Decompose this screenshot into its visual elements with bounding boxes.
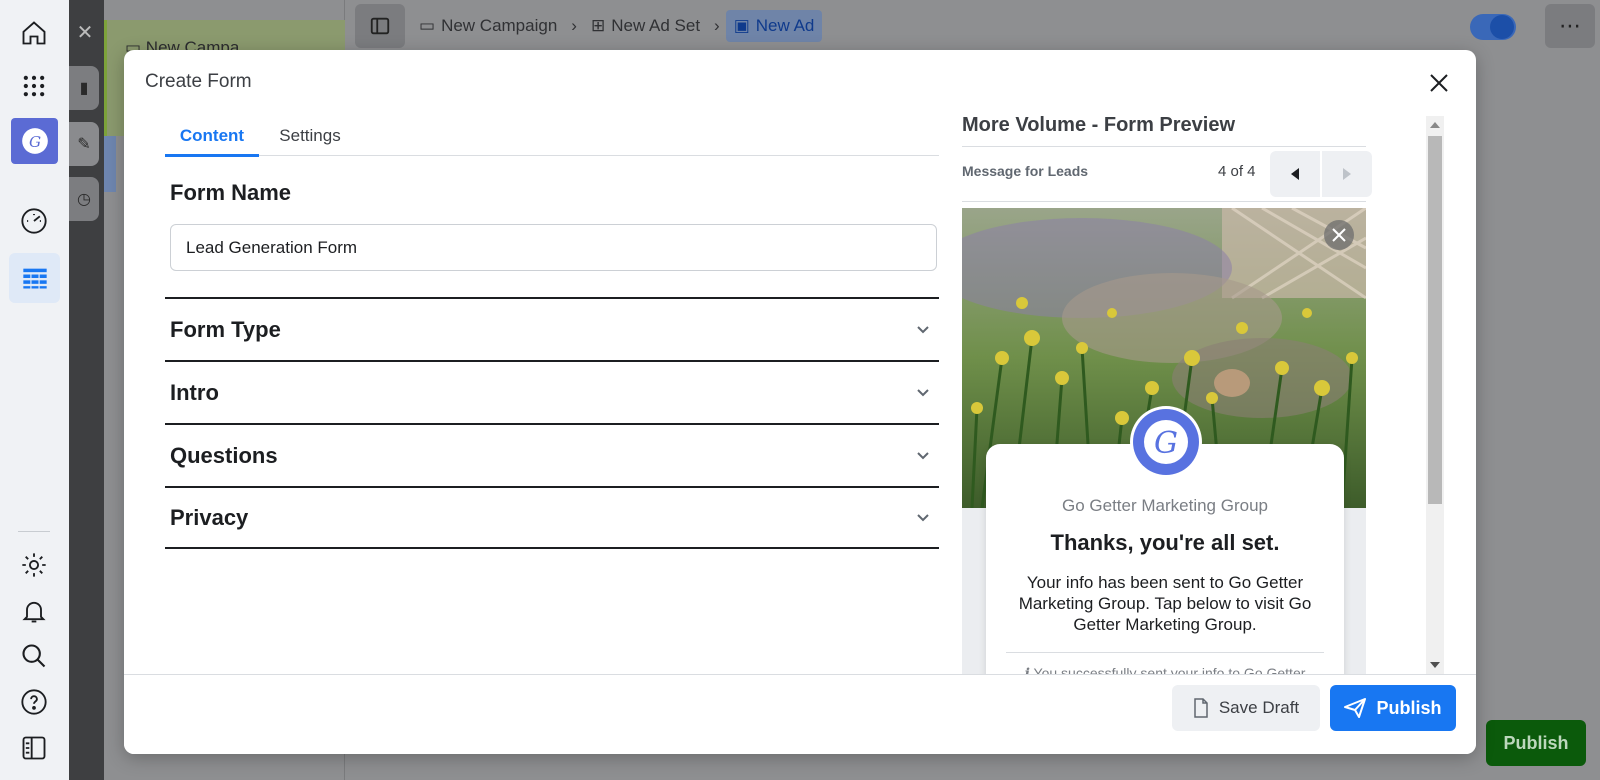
top-bar: ▭ New Campaign › ⊞ New Ad Set › ▣ New Ad ⋯ — [345, 0, 1600, 52]
left-navigation: G — [0, 0, 69, 780]
preview-next-button[interactable] — [1322, 151, 1372, 197]
breadcrumb-ad[interactable]: ▣ New Ad — [725, 10, 823, 42]
form-name-input[interactable] — [170, 224, 937, 271]
paper-plane-icon — [1344, 698, 1367, 718]
help-icon[interactable] — [18, 686, 50, 718]
form-sections: Form Type Intro Questions Privacy — [165, 297, 939, 549]
toggle-panel-icon[interactable] — [18, 732, 50, 764]
section-label: Questions — [170, 442, 278, 468]
scroll-down-arrow-icon[interactable] — [1430, 662, 1440, 668]
section-form-type[interactable]: Form Type — [165, 297, 939, 360]
scroll-up-arrow-icon[interactable] — [1430, 122, 1440, 128]
breadcrumb-campaign-label: New Campaign — [441, 16, 558, 35]
create-form-dialog: Create Form Content Settings Form Name F… — [124, 50, 1476, 754]
dialog-close-button[interactable] — [1424, 68, 1454, 98]
save-draft-button[interactable]: Save Draft — [1172, 685, 1320, 731]
svg-text:G: G — [1154, 426, 1178, 461]
breadcrumb: ▭ New Campaign › ⊞ New Ad Set › ▣ New Ad — [355, 4, 823, 48]
org-name: Go Getter Marketing Group — [1062, 496, 1268, 515]
section-label: Privacy — [170, 504, 249, 530]
settings-gear-icon[interactable] — [18, 549, 50, 581]
chevron-down-icon — [917, 513, 929, 521]
preview-title: More Volume - Form Preview — [962, 114, 1236, 136]
edit-pencil-icon[interactable]: ✎ — [69, 122, 99, 166]
section-privacy[interactable]: Privacy — [165, 486, 939, 549]
account-logo-icon[interactable]: G — [11, 118, 58, 164]
document-icon — [1194, 698, 1208, 718]
breadcrumb-campaign[interactable]: ▭ New Campaign — [411, 10, 565, 42]
grid-icon: ⊞ — [590, 16, 606, 35]
dialog-title: Create Form — [145, 71, 252, 92]
page-avatar: G — [1130, 406, 1202, 478]
dashboard-gauge-icon[interactable] — [18, 205, 50, 237]
section-questions[interactable]: Questions — [165, 423, 939, 486]
form-preview-frame: G Go Getter Marketing Group Thanks, you'… — [962, 208, 1366, 738]
publish-button[interactable]: Publish — [1330, 685, 1456, 731]
home-icon[interactable] — [18, 17, 50, 49]
save-draft-label: Save Draft — [1218, 698, 1300, 717]
chevron-down-icon — [917, 325, 929, 333]
chart-icon[interactable]: ▮ — [69, 66, 99, 110]
chevron-down-icon — [917, 451, 929, 459]
chevron-down-icon — [917, 388, 929, 396]
caret-right-icon — [1343, 168, 1351, 180]
close-icon — [1332, 228, 1346, 242]
apps-grid-icon[interactable] — [18, 70, 50, 102]
preview-step-label: Message for Leads — [962, 163, 1089, 179]
divider — [1006, 652, 1324, 653]
nav-divider — [18, 531, 50, 532]
svg-text:G: G — [28, 133, 40, 151]
form-tabs: Content Settings — [165, 116, 939, 157]
section-intro[interactable]: Intro — [165, 360, 939, 423]
scrollbar-thumb[interactable] — [1428, 136, 1442, 504]
tab-content[interactable]: Content — [165, 116, 259, 157]
notifications-bell-icon[interactable] — [18, 595, 50, 627]
thank-you-body: Your info has been sent to Go Getter Mar… — [1018, 573, 1312, 634]
preview-scrollbar[interactable] — [1426, 116, 1444, 674]
thank-you-headline: Thanks, you're all set. — [1050, 530, 1280, 555]
selection-indicator — [104, 136, 116, 192]
more-dots-icon: ⋯ — [1559, 13, 1581, 38]
close-icon[interactable]: ✕ — [71, 20, 99, 48]
preview-header: Message for Leads 4 of 4 — [962, 146, 1372, 202]
preview-close-button[interactable] — [1324, 220, 1354, 250]
toggle-sidebar-button[interactable] — [355, 4, 405, 48]
search-icon[interactable] — [18, 640, 50, 672]
publish-label: Publish — [1376, 697, 1442, 718]
folder-icon: ▭ — [419, 16, 436, 35]
sidebar-icon — [370, 17, 390, 35]
ads-manager-table-icon[interactable] — [9, 253, 60, 303]
background-publish-button[interactable]: Publish — [1486, 720, 1586, 766]
chevron-right-icon: › — [571, 16, 577, 35]
section-label: Form Type — [170, 316, 281, 342]
history-clock-icon[interactable]: ◷ — [69, 177, 99, 221]
section-label: Intro — [170, 379, 219, 405]
breadcrumb-ad-label: New Ad — [755, 16, 815, 35]
tab-settings[interactable]: Settings — [275, 116, 345, 156]
more-options-button[interactable]: ⋯ — [1545, 4, 1595, 48]
ad-icon: ▣ — [733, 16, 750, 35]
breadcrumb-adset-label: New Ad Set — [611, 16, 701, 35]
preview-previous-button[interactable] — [1270, 151, 1320, 197]
form-name-label: Form Name — [170, 180, 292, 205]
brand-logo-icon: G — [1144, 420, 1188, 464]
caret-left-icon — [1291, 168, 1299, 180]
chevron-right-icon: › — [714, 16, 720, 35]
breadcrumb-adset[interactable]: ⊞ New Ad Set — [583, 10, 708, 42]
dialog-footer: Save Draft Publish — [124, 674, 1476, 754]
preview-page-counter: 4 of 4 — [1218, 163, 1256, 180]
side-tool-rail: ✕ ▮ ✎ ◷ — [69, 0, 104, 780]
close-icon — [1430, 74, 1448, 92]
view-toggle[interactable] — [1470, 14, 1516, 40]
